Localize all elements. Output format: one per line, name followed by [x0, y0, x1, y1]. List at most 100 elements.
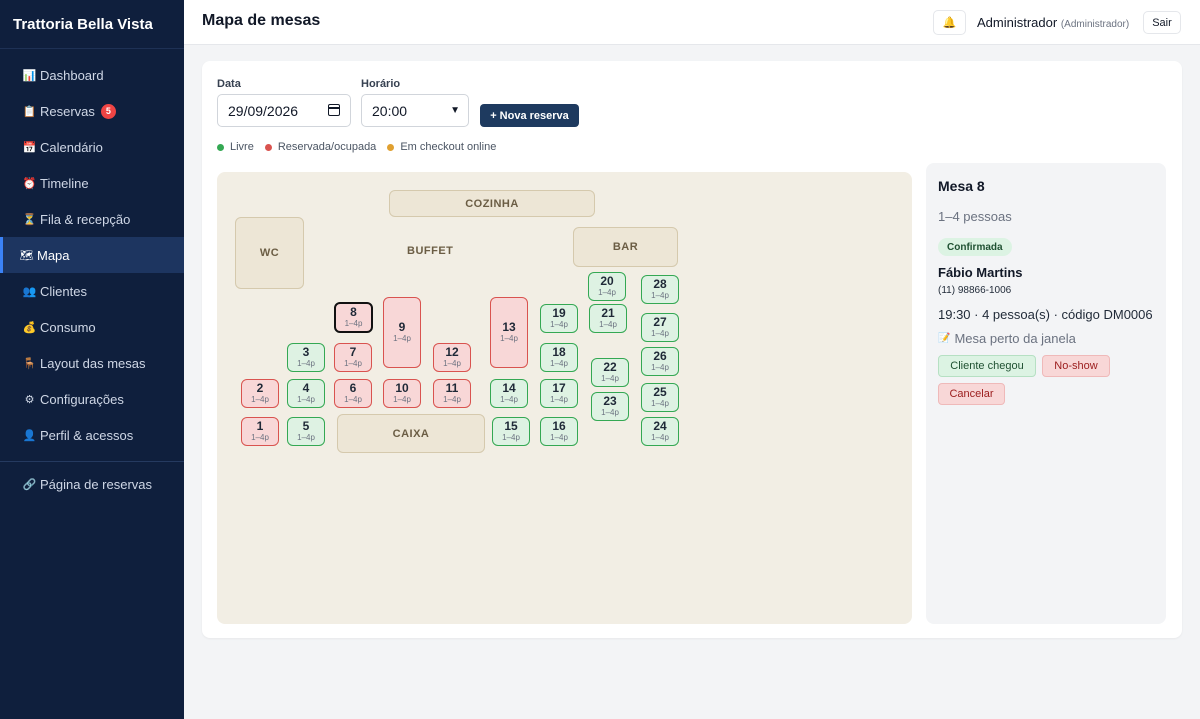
reservation-note: 📝 Mesa perto da janela [938, 331, 1076, 346]
table-capacity: 1–4p [297, 359, 315, 368]
table-number: 25 [653, 385, 667, 399]
date-input[interactable]: 29/09/2026 [217, 94, 351, 127]
sidebar-item-label: Configurações [40, 391, 124, 407]
table-capacity: 1–4p [344, 359, 362, 368]
table-capacity: 1–4p [651, 433, 669, 442]
sidebar-item-consumo[interactable]: 💰 Consumo [0, 309, 184, 345]
table-7[interactable]: 7 1–4p [334, 343, 372, 372]
sidebar-item-reservas[interactable]: 📋 Reservas 5 [0, 93, 184, 129]
client-arrived-button[interactable]: Cliente chegou [938, 355, 1036, 377]
sidebar-nav: 📊 Dashboard 📋 Reservas 5 📅 Calendário ⏰ … [0, 49, 184, 502]
table-number: 17 [552, 381, 566, 395]
sidebar-item-dashboard[interactable]: 📊 Dashboard [0, 57, 184, 93]
table-capacity: 1–4p [251, 395, 269, 404]
table-number: 21 [601, 306, 615, 320]
table-1[interactable]: 1 1–4p [241, 417, 279, 446]
table-4[interactable]: 4 1–4p [287, 379, 325, 408]
table-21[interactable]: 21 1–4p [589, 304, 627, 333]
sidebar-item-mapa[interactable]: 🗺 Mapa [0, 237, 184, 273]
table-6[interactable]: 6 1–4p [334, 379, 372, 408]
table-23[interactable]: 23 1–4p [591, 392, 629, 421]
bell-icon: 🔔 [942, 17, 957, 29]
notifications-button[interactable]: 🔔 [933, 10, 966, 35]
users-icon: 👥 [22, 285, 37, 298]
sidebar-item-label: Clientes [40, 283, 87, 299]
table-26[interactable]: 26 1–4p [641, 347, 679, 376]
reservation-info: 19:30 · 4 pessoa(s) · código DM0006 [938, 307, 1153, 322]
table-19[interactable]: 19 1–4p [540, 304, 578, 333]
date-value: 29/09/2026 [228, 102, 299, 119]
calendar-picker-icon[interactable] [328, 104, 340, 116]
table-9[interactable]: 9 1–4p [383, 297, 421, 368]
logout-button[interactable]: Sair [1143, 11, 1181, 34]
sidebar-item-perfil[interactable]: 👤 Perfil & acessos [0, 417, 184, 453]
sidebar: Trattoria Bella Vista 📊 Dashboard 📋 Rese… [0, 0, 184, 719]
table-number: 26 [653, 349, 667, 363]
sidebar-item-pagina-reservas[interactable]: 🔗 Página de reservas [0, 466, 184, 502]
table-3[interactable]: 3 1–4p [287, 343, 325, 372]
sidebar-item-calendario[interactable]: 📅 Calendário [0, 129, 184, 165]
table-16[interactable]: 16 1–4p [540, 417, 578, 446]
table-capacity: 1–4p [550, 359, 568, 368]
table-capacity: 1–4p [251, 433, 269, 442]
new-reservation-button[interactable]: + Nova reserva [480, 104, 579, 127]
table-5[interactable]: 5 1–4p [287, 417, 325, 446]
table-25[interactable]: 25 1–4p [641, 383, 679, 412]
sidebar-item-layout[interactable]: 🪑 Layout das mesas [0, 345, 184, 381]
table-number: 7 [349, 345, 357, 359]
table-detail-panel: Mesa 8 1–4 pessoas Confirmada Fábio Mart… [926, 163, 1166, 624]
table-capacity: 1–4p [297, 433, 315, 442]
sidebar-item-label: Layout das mesas [40, 355, 146, 371]
zone-bar: BAR [573, 227, 678, 267]
guest-phone: (11) 98866-1006 [938, 285, 1012, 296]
table-2[interactable]: 2 1–4p [241, 379, 279, 408]
table-number: 22 [603, 360, 617, 374]
table-22[interactable]: 22 1–4p [591, 358, 629, 387]
sidebar-item-timeline[interactable]: ⏰ Timeline [0, 165, 184, 201]
chevron-down-icon: ▼ [450, 105, 460, 116]
table-20[interactable]: 20 1–4p [588, 272, 626, 301]
zone-cozinha: COZINHA [389, 190, 595, 217]
table-8[interactable]: 8 1–4p [334, 302, 373, 333]
table-capacity: 1–4p [550, 433, 568, 442]
table-capacity: 1–4p [500, 334, 518, 343]
sidebar-item-configuracoes[interactable]: ⚙ Configurações [0, 381, 184, 417]
calendar-icon: 📅 [22, 141, 37, 154]
table-number: 28 [653, 277, 667, 291]
table-12[interactable]: 12 1–4p [433, 343, 471, 372]
table-27[interactable]: 27 1–4p [641, 313, 679, 342]
table-capacity: 1–4p [651, 329, 669, 338]
time-label: Horário [361, 78, 401, 90]
table-28[interactable]: 28 1–4p [641, 275, 679, 304]
table-number: 5 [302, 419, 310, 433]
cancel-button[interactable]: Cancelar [938, 383, 1005, 405]
chair-icon: 🪑 [22, 357, 37, 370]
table-number: 27 [653, 315, 667, 329]
table-13[interactable]: 13 1–4p [490, 297, 528, 368]
legend-dot [217, 143, 224, 151]
sidebar-item-clientes[interactable]: 👥 Clientes [0, 273, 184, 309]
table-24[interactable]: 24 1–4p [641, 417, 679, 446]
table-number: 23 [603, 394, 617, 408]
legend-label: Em checkout online [400, 141, 497, 153]
sidebar-item-label: Dashboard [40, 67, 104, 83]
table-11[interactable]: 11 1–4p [433, 379, 471, 408]
table-18[interactable]: 18 1–4p [540, 343, 578, 372]
table-number: 11 [445, 381, 459, 395]
sidebar-item-label: Reservas [40, 103, 95, 119]
legend-dot [264, 143, 272, 151]
table-15[interactable]: 15 1–4p [492, 417, 530, 446]
table-14[interactable]: 14 1–4p [490, 379, 528, 408]
table-number: 10 [395, 381, 409, 395]
time-select[interactable]: 20:00 ▼ [361, 94, 469, 127]
user-icon: 👤 [22, 429, 37, 442]
status-legend: Livre Reservada/ocupada Em checkout onli… [217, 141, 507, 153]
page-title: Mapa de mesas [202, 12, 321, 29]
legend-item-checkout: Em checkout online [387, 141, 496, 153]
sidebar-item-fila[interactable]: ⏳ Fila & recepção [0, 201, 184, 237]
table-capacity: 1–4p [297, 395, 315, 404]
table-10[interactable]: 10 1–4p [383, 379, 421, 408]
table-17[interactable]: 17 1–4p [540, 379, 578, 408]
table-number: 18 [552, 345, 566, 359]
no-show-button[interactable]: No-show [1042, 355, 1110, 377]
